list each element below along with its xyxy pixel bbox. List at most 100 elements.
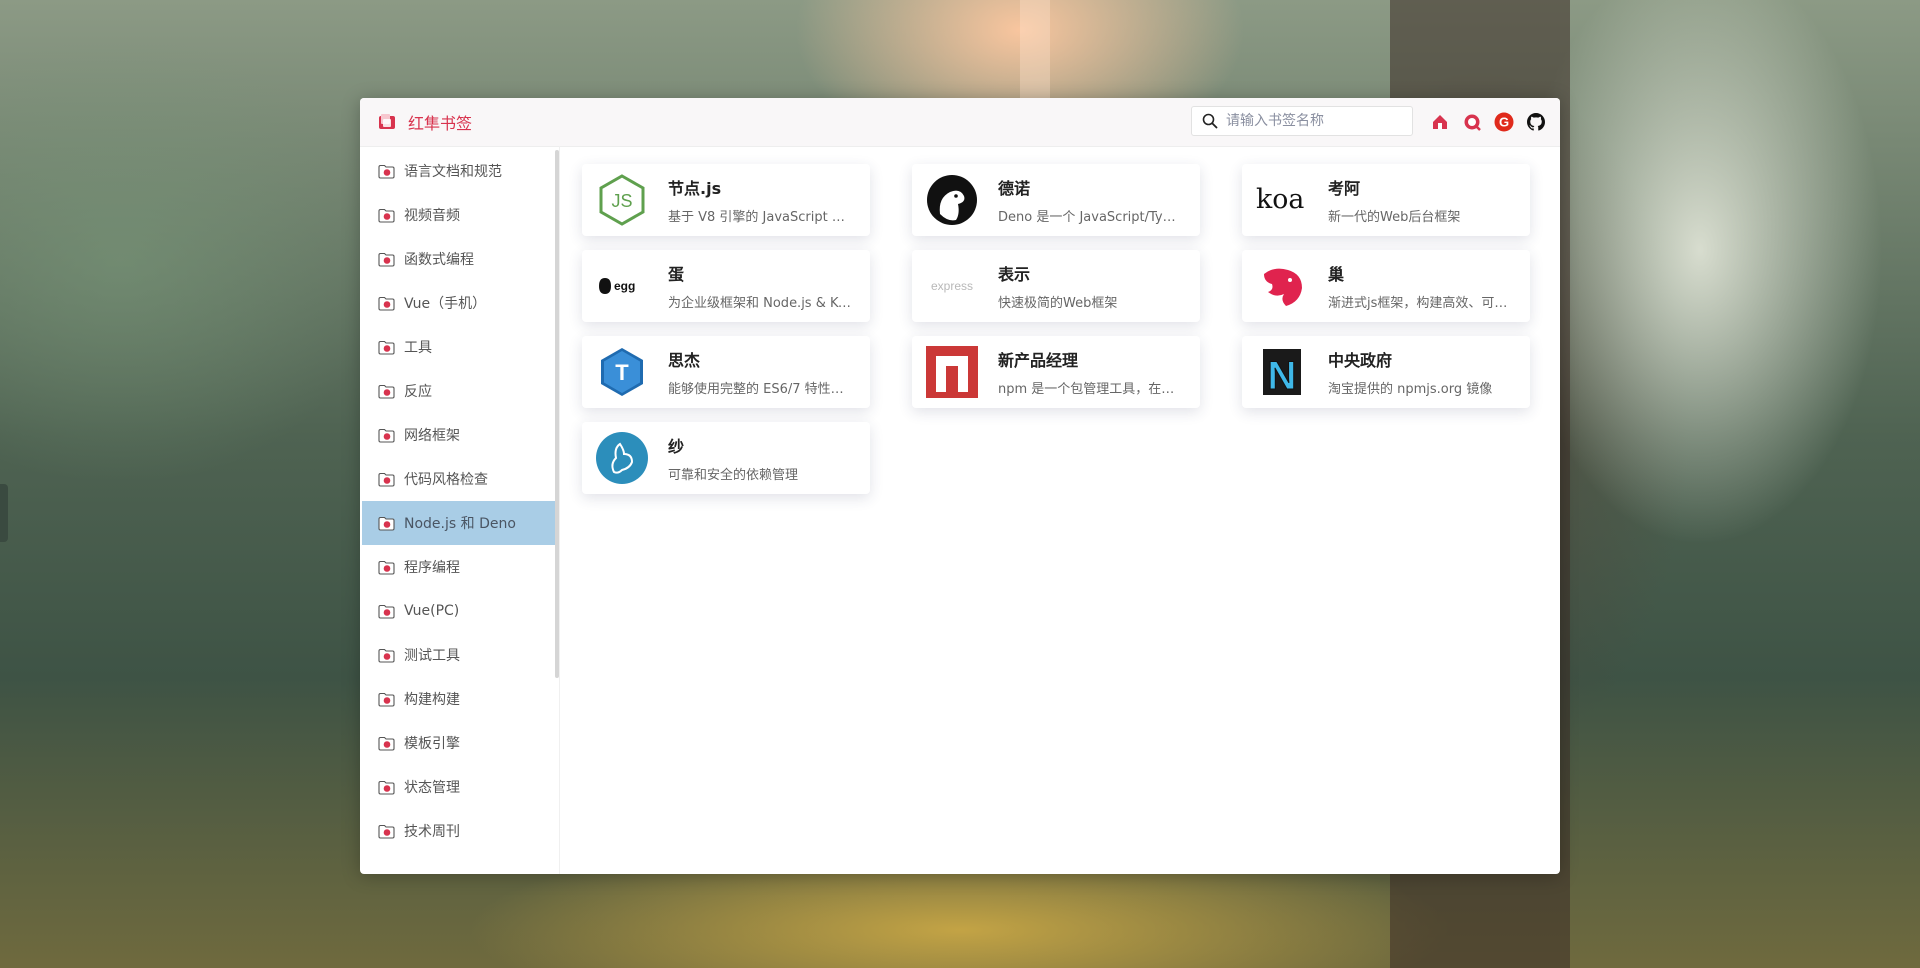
bookmark-grid: JS 节点.js 基于 V8 引擎的 JavaScript 运行时 德诺 Deno 是一…	[582, 164, 1530, 494]
sidebar-item[interactable]: 技术周刊	[362, 809, 556, 853]
folder-icon	[378, 736, 395, 751]
category-sidebar: 语言文档和规范 视频音频函数式编程 Vue（手机） 工具反应网络框架代码风格检查 Nod…	[362, 149, 556, 872]
express-logo-icon: express	[926, 260, 978, 312]
message-icon[interactable]	[1462, 112, 1482, 132]
sidebar-divider	[559, 146, 560, 874]
brand-title[interactable]: 红隼书签	[408, 110, 472, 134]
sidebar-item-label: 代码风格检查	[404, 472, 488, 488]
svg-text:T: T	[615, 360, 629, 385]
bookmark-description: Deno 是一个 JavaScript/TypeScript 运行时	[998, 210, 1183, 225]
folder-icon	[378, 824, 395, 839]
sidebar-item[interactable]: 视频音频	[362, 193, 556, 237]
search-input[interactable]	[1224, 112, 1408, 130]
sidebar-item[interactable]: Vue(PC)	[362, 589, 556, 633]
sidebar-item-label: 构建构建	[404, 692, 460, 708]
sidebar-item-label: 技术周刊	[404, 824, 460, 840]
bookmark-card[interactable]: JS 节点.js 基于 V8 引擎的 JavaScript 运行时	[582, 164, 870, 236]
bookmark-title: 巢	[1328, 265, 1345, 284]
bookmark-card[interactable]: 德诺 Deno 是一个 JavaScript/TypeScript 运行时	[912, 164, 1200, 236]
sidebar-item[interactable]: 构建构建	[362, 677, 556, 721]
svg-text:egg: egg	[614, 279, 635, 293]
bookmark-card[interactable]: 纱可靠和安全的依赖管理	[582, 422, 870, 494]
koa-logo-icon: koa	[1256, 174, 1308, 226]
sidebar-item[interactable]: 代码风格检查	[362, 457, 556, 501]
bookmark-panel: 红隼书签 请输入书签名称 G 语言文档和规范 视频音频 函数式编程 Vue（手机…	[360, 98, 1560, 874]
bookmark-title: 表示	[998, 265, 1031, 284]
bookmark-title: 思杰	[668, 351, 701, 370]
sidebar-item-label: 测试工具	[404, 648, 460, 664]
github-icon[interactable]	[1526, 112, 1546, 132]
bookmark-card[interactable]: 巢渐进式js框架，构建高效、可扩展的服务端应用	[1242, 250, 1530, 322]
folder-icon	[378, 780, 395, 795]
g-logo-icon[interactable]: G	[1494, 112, 1514, 132]
sidebar-item-label: Vue（手机）	[404, 296, 487, 312]
bookmark-description: 淘宝提供的 npmjs.org 镜像	[1328, 382, 1493, 397]
bookmark-title: 德诺	[998, 179, 1031, 198]
svg-text:JS: JS	[611, 191, 632, 211]
folder-icon	[378, 472, 395, 487]
bookmark-card[interactable]: express 表示快速极简的Web框架	[912, 250, 1200, 322]
folder-icon	[378, 428, 395, 443]
sidebar-item-label: Node.js 和 Deno	[404, 516, 516, 532]
deno-logo-icon	[926, 174, 978, 226]
egg-logo-icon: egg	[596, 260, 648, 312]
bookmark-card[interactable]: koa 考阿 新一代的Web后台框架	[1242, 164, 1530, 236]
bookmark-title: 中央政府	[1328, 351, 1393, 370]
sidebar-item-label: 模板引擎	[404, 736, 460, 752]
folder-icon	[378, 648, 395, 663]
bookmark-title: 纱	[668, 437, 685, 456]
search-box[interactable]	[1191, 106, 1413, 136]
sidebar-item[interactable]: 网络框架	[362, 413, 556, 457]
yarn-logo-icon	[596, 432, 648, 484]
sidebar-item[interactable]: 反应	[362, 369, 556, 413]
bookmark-card[interactable]: N 中央政府淘宝提供的 npmjs.org 镜像	[1242, 336, 1530, 408]
sidebar-item[interactable]: 语言文档和规范	[362, 149, 556, 193]
header-bar: 红隼书签 请输入书签名称 G	[360, 98, 1560, 147]
sidebar-item[interactable]: 测试工具	[362, 633, 556, 677]
cnpm-logo-icon: N	[1256, 346, 1308, 398]
sidebar-item-label: 网络框架	[404, 428, 460, 444]
bookmark-title: 考阿	[1328, 179, 1361, 198]
side-drawer-handle[interactable]	[0, 484, 8, 542]
brand-logo-icon	[378, 113, 396, 131]
folder-icon	[378, 692, 395, 707]
bookmark-card[interactable]: egg 蛋为企业级框架和 Node.js & Koa 而生	[582, 250, 870, 322]
bookmark-title: 蛋	[668, 265, 685, 284]
home-icon[interactable]	[1430, 112, 1450, 132]
bookmark-description: 可靠和安全的依赖管理	[668, 468, 799, 483]
sidebar-item[interactable]: 模板引擎	[362, 721, 556, 765]
folder-icon	[378, 384, 395, 399]
bookmark-description: 快速极简的Web框架	[998, 296, 1118, 311]
svg-text:N: N	[1268, 354, 1297, 397]
background-light-glow	[1020, 0, 1050, 110]
bookmark-description: 能够使用完整的 ES6/7 特性进行开发	[668, 382, 853, 397]
sidebar-item-label: 反应	[404, 384, 432, 400]
nest-logo-icon	[1256, 260, 1308, 312]
nodejs-logo-icon: JS	[596, 174, 648, 226]
sidebar-item-label: 视频音频	[404, 208, 460, 224]
search-icon	[1202, 113, 1218, 129]
sidebar-item[interactable]: Vue（手机）	[362, 281, 556, 325]
sidebar-item[interactable]: Node.js 和 Deno	[362, 501, 556, 545]
sidebar-item-label: Vue(PC)	[404, 603, 460, 619]
folder-icon	[378, 516, 395, 531]
svg-text:koa: koa	[1256, 184, 1304, 215]
bookmark-card[interactable]: 新产品经理 npm 是一个包管理工具，在全球范围内共享代码	[912, 336, 1200, 408]
folder-icon	[378, 560, 395, 575]
folder-icon	[378, 296, 395, 311]
sidebar-item[interactable]: 函数式编程	[362, 237, 556, 281]
svg-text:express: express	[931, 279, 973, 293]
npm-logo-icon	[926, 346, 978, 398]
sidebar-item-label: 函数式编程	[404, 252, 474, 268]
sidebar-item[interactable]: 程序编程	[362, 545, 556, 589]
bookmark-title: 节点.js	[668, 179, 722, 198]
bookmark-title: 新产品经理	[998, 351, 1079, 370]
thinkjs-logo-icon: T	[596, 346, 648, 398]
sidebar-item[interactable]: 状态管理	[362, 765, 556, 809]
bookmark-card[interactable]: T 思杰能够使用完整的 ES6/7 特性进行开发	[582, 336, 870, 408]
sidebar-item-label: 语言文档和规范	[404, 164, 502, 180]
sidebar-item[interactable]: 工具	[362, 325, 556, 369]
sidebar-item-label: 程序编程	[404, 560, 460, 576]
folder-icon	[378, 252, 395, 267]
folder-icon	[378, 604, 395, 619]
